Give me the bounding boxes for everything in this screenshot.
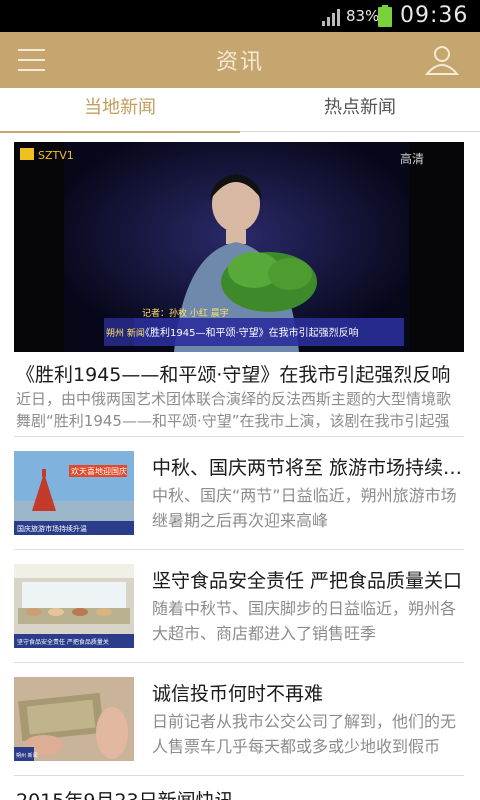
partial-list-item-title[interactable]: 2015年9月23日新闻快讯 bbox=[16, 786, 234, 800]
featured-article[interactable]: SZTV1 高清 朔州 新闻 记者：孙枚 小红 晨宇 《胜利1945—和平颂·守… bbox=[0, 132, 480, 436]
thumb-banner: 欢天喜地迎国庆 bbox=[71, 466, 127, 476]
article-description: 随着中秋节、国庆脚步的日益临近，朔州各大超市、商店都进入了销售旺季 bbox=[152, 599, 457, 643]
caption-reporter: 记者：孙枚 小红 晨宇 bbox=[142, 307, 229, 319]
article-title: 诚信投币何时不再难 bbox=[152, 683, 324, 705]
divider bbox=[14, 775, 464, 776]
tab-local-news[interactable]: 当地新闻 bbox=[0, 88, 240, 133]
article-description: 日前记者从我市公交公司了解到，他们的无人售票车几乎每天都或多或少地收到假币 bbox=[152, 712, 457, 756]
clock: 09:36 bbox=[400, 3, 469, 28]
article-title: 中秋、国庆两节将至 旅游市场持续升温 bbox=[152, 457, 464, 479]
thumb-caption: 朔州 新闻 bbox=[16, 752, 38, 759]
article-description: 中秋、国庆“两节”日益临近，朔州旅游市场继暑期之后再次迎来高峰 bbox=[152, 486, 457, 530]
article-thumbnail: 欢天喜地迎国庆 国庆旅游市场持续升温 bbox=[14, 451, 134, 535]
tab-bar: 当地新闻 热点新闻 bbox=[0, 88, 480, 133]
page-title: 资讯 bbox=[215, 50, 264, 75]
tab-hot-news[interactable]: 热点新闻 bbox=[240, 88, 480, 132]
thumb-caption: 坚守食品安全责任 严把食品质量关 bbox=[17, 638, 109, 646]
featured-title: 《胜利1945——和平颂·守望》在我市引起强烈反响 bbox=[16, 364, 451, 386]
signal-icon bbox=[322, 9, 340, 26]
hd-label: 高清 bbox=[400, 151, 424, 166]
article-title: 坚守食品安全责任 严把食品质量关口 bbox=[152, 570, 463, 592]
status-bar: 83% 09:36 bbox=[0, 0, 480, 32]
thumb-caption: 国庆旅游市场持续升温 bbox=[17, 524, 87, 533]
app-header: 资讯 bbox=[0, 32, 480, 88]
channel-logo: SZTV1 bbox=[38, 149, 74, 162]
featured-image-art: SZTV1 高清 朔州 新闻 记者：孙枚 小红 晨宇 《胜利1945—和平颂·守… bbox=[14, 142, 464, 352]
list-item[interactable]: 朔州 新闻 诚信投币何时不再难 日前记者从我市公交公司了解到，他们的无人售票车几… bbox=[0, 663, 480, 775]
caption-headline: 《胜利1945—和平颂·守望》在我市引起强烈反响 bbox=[140, 326, 359, 339]
article-thumbnail: 朔州 新闻 bbox=[14, 677, 134, 761]
featured-image: SZTV1 高清 朔州 新闻 记者：孙枚 小红 晨宇 《胜利1945—和平颂·守… bbox=[14, 142, 464, 352]
user-icon[interactable] bbox=[424, 42, 460, 78]
featured-description: 近日，由中俄两国艺术团体联合演绎的反法西斯主题的大型情境歌舞剧“胜利1945——… bbox=[16, 390, 452, 430]
list-item[interactable]: 欢天喜地迎国庆 国庆旅游市场持续升温 中秋、国庆两节将至 旅游市场持续升温 中秋… bbox=[0, 437, 480, 549]
article-thumbnail: 坚守食品安全责任 严把食品质量关 bbox=[14, 564, 134, 648]
battery-percent: 83% bbox=[346, 7, 380, 25]
list-item[interactable]: 坚守食品安全责任 严把食品质量关 坚守食品安全责任 严把食品质量关口 随着中秋节… bbox=[0, 550, 480, 662]
battery-icon bbox=[378, 5, 392, 27]
